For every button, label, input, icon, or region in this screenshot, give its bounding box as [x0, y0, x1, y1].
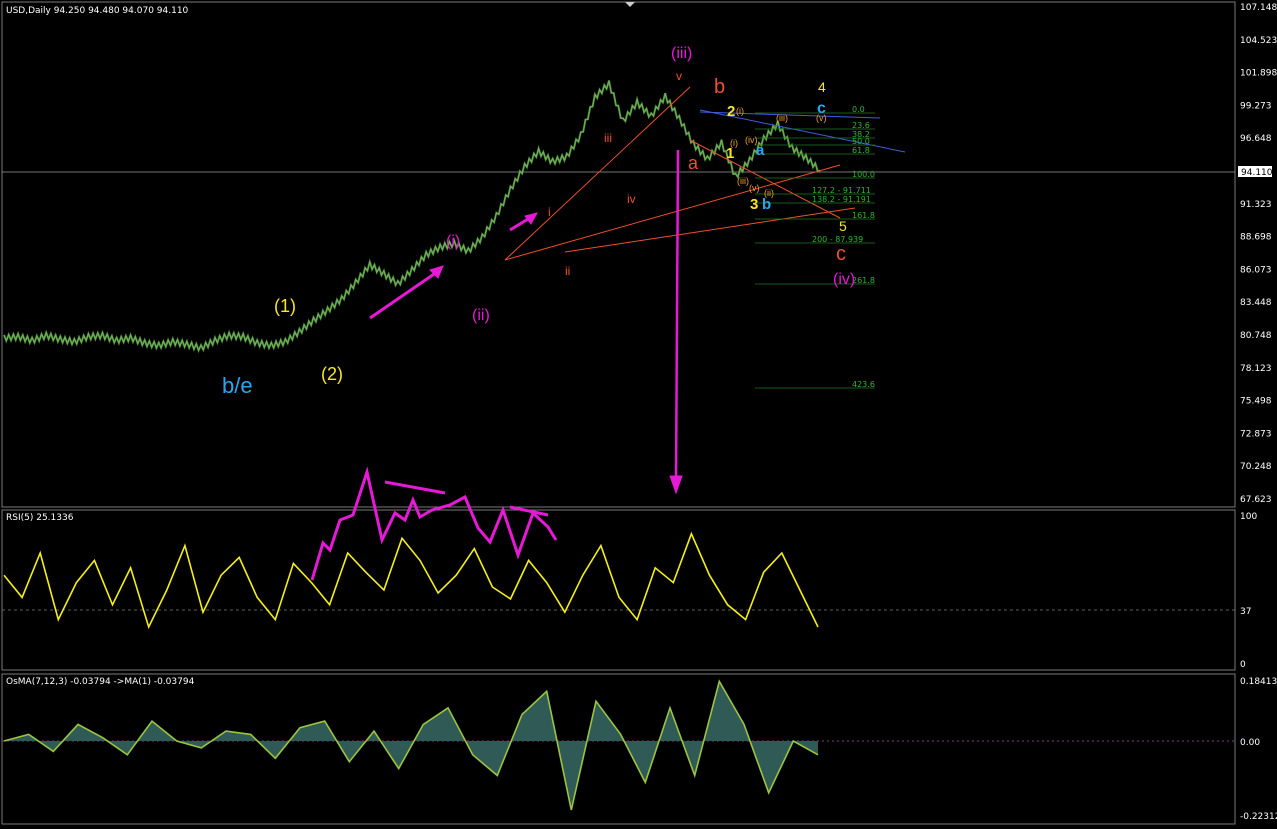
osma-tick-min: -0.22312 — [1240, 812, 1277, 822]
label-r-ii: ii — [565, 264, 570, 278]
osma-panel — [1, 673, 1236, 825]
fib-label: 161.8 — [852, 211, 875, 220]
rsi-tick-0: 0 — [1240, 660, 1246, 670]
label-s-i: (i) — [736, 106, 744, 116]
rsi-arrows — [310, 466, 558, 581]
price-tick: 107.148 — [1240, 3, 1277, 13]
price-tick: 88.698 — [1240, 233, 1272, 243]
price-tick: 72.873 — [1240, 429, 1272, 439]
label-wiii: (iii) — [671, 45, 692, 62]
price-tick: 91.323 — [1240, 200, 1272, 210]
price-tick: 78.123 — [1240, 364, 1272, 374]
label-s-ii: (ii) — [764, 188, 774, 198]
fib-levels: 0.023.638.250.061.8100.0127.2 - 91.71113… — [755, 105, 875, 389]
fib-label: 127.2 - 91.711 — [812, 186, 871, 195]
label-a: a — [688, 153, 699, 173]
price-tick: 75.498 — [1240, 397, 1272, 407]
fib-label: 100.0 — [852, 170, 875, 179]
fib-label: 0.0 — [852, 105, 865, 114]
osma-tick-zero: 0.00 — [1240, 738, 1260, 748]
label-y4: 4 — [818, 79, 826, 95]
price-tick: 104.523 — [1240, 36, 1277, 46]
label-r-i: i — [548, 205, 551, 219]
rsi-divergence-path — [310, 466, 558, 581]
rsi-panel — [1, 509, 1236, 671]
label-w2: (2) — [321, 364, 343, 384]
price-tick: 99.273 — [1240, 101, 1272, 111]
price-tick: 86.073 — [1240, 265, 1272, 275]
price-series-highlight — [3, 80, 821, 352]
arrow-down-head — [669, 475, 683, 495]
label-r-v: v — [676, 69, 682, 83]
label-c: c — [836, 243, 846, 265]
fib-label: 50.0 — [852, 137, 870, 146]
label-wiv: (iv) — [833, 271, 855, 288]
label-cb: b — [762, 196, 771, 213]
fib-label: 423.6 — [852, 380, 875, 389]
price-tick: 67.623 — [1240, 495, 1272, 505]
fib-label: 261.8 — [852, 276, 875, 285]
price-tick: 96.648 — [1240, 134, 1272, 144]
label-s-iv: (iv) — [745, 135, 758, 145]
main-panel — [1, 1, 1236, 508]
label-b-e: b/e — [222, 373, 253, 398]
price-tick: 80.748 — [1240, 331, 1272, 341]
label-s-i2: (i) — [730, 138, 738, 148]
label-s-v2: (v) — [816, 113, 827, 123]
rsi-tick-100: 100 — [1240, 512, 1257, 522]
label-y3: 3 — [750, 196, 758, 213]
current-price-label: 94.110 — [1241, 168, 1273, 178]
scroll-marker[interactable] — [625, 2, 635, 7]
osma-tick-max: 0.18413 — [1240, 677, 1277, 687]
rsi-series — [3, 531, 819, 630]
arrow-up-2-head — [524, 212, 538, 225]
price-tick: 101.898 — [1240, 69, 1277, 79]
arrow-down — [674, 149, 680, 483]
price-series — [3, 80, 821, 354]
rsi-header: RSI(5) 25.1336 — [6, 513, 74, 523]
trendline-lower — [564, 207, 856, 253]
rsi-tick-37: 37 — [1240, 607, 1251, 617]
fib-label: 138.2 - 91.191 — [812, 195, 871, 204]
label-y5: 5 — [839, 218, 847, 234]
osma-header: OsMA(7,12,3) -0.03794 ->MA(1) -0.03794 — [6, 677, 195, 687]
price-tick: 70.248 — [1240, 462, 1272, 472]
label-b: b — [714, 76, 725, 98]
price-axis: 107.148 104.523 101.898 99.273 96.648 91.323 8… — [1240, 3, 1277, 505]
fib-label: 23.6 — [852, 121, 870, 130]
fib-label: 61.8 — [852, 146, 870, 155]
label-s-iii: (iii) — [737, 176, 749, 186]
rsi-arrow-2 — [509, 505, 549, 517]
label-w1: (1) — [274, 296, 296, 316]
label-wii: (ii) — [472, 307, 490, 324]
price-tick: 83.448 — [1240, 298, 1272, 308]
rsi-arrow-1 — [384, 480, 446, 495]
label-y2: 2 — [727, 103, 735, 120]
label-r-iv: iv — [627, 192, 636, 206]
label-wi: (i) — [446, 233, 460, 250]
wave-labels: b/e (1) (2) (i) (ii) (iii) (iv) i ii iii… — [222, 45, 855, 398]
label-s-v: (v) — [749, 183, 760, 193]
chart-canvas: USD,Daily 94.250 94.480 94.070 94.110 RS… — [1, 1, 1277, 825]
label-r-iii: iii — [604, 131, 612, 145]
label-s-iii2: (iii) — [776, 113, 788, 123]
main-header: USD,Daily 94.250 94.480 94.070 94.110 — [6, 6, 189, 16]
